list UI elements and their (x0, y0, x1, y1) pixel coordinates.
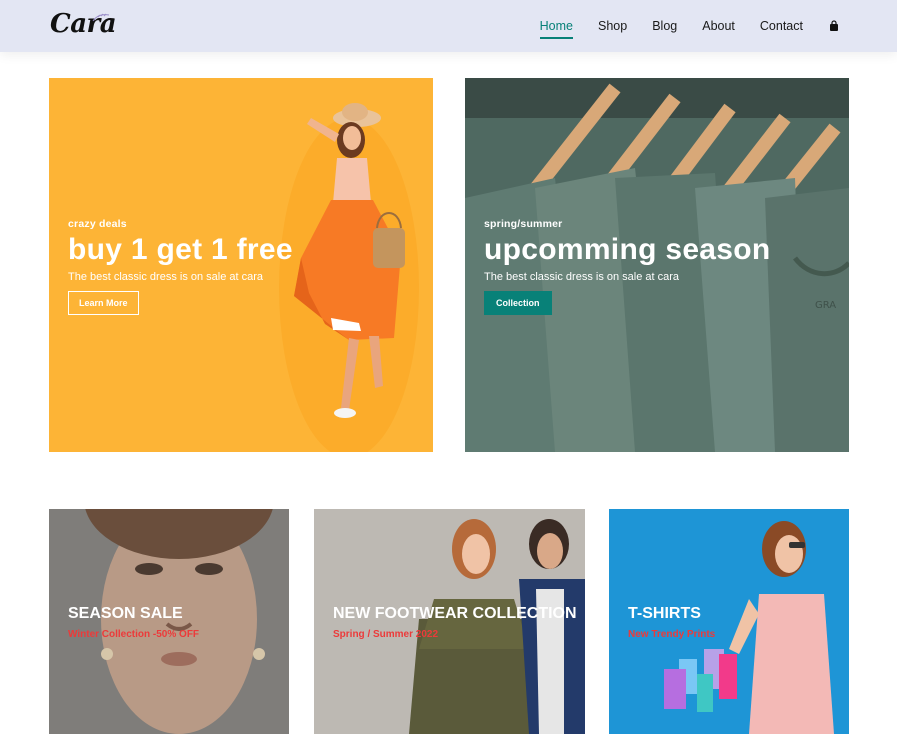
svg-text:GRA: GRA (815, 300, 836, 311)
leaf-icon (92, 13, 110, 22)
banner-1-description: The best classic dress is on sale at car… (68, 271, 264, 283)
banner-spring-summer: GRA spring/summer upcomming season The b… (465, 78, 849, 452)
nav-contact[interactable]: Contact (760, 15, 803, 37)
banner-2-text: spring/summer upcomming season The best … (484, 218, 771, 315)
nav-blog[interactable]: Blog (652, 15, 677, 37)
header: Cara Home Shop Blog About Contact (0, 0, 897, 52)
small-banner-2-title: NEW FOOTWEAR COLLECTION (333, 605, 577, 622)
small-banner-1-subtitle: Winter Collection -50% OFF (68, 629, 200, 640)
collection-button[interactable]: Collection (484, 291, 552, 315)
banner-2-eyebrow: spring/summer (484, 218, 563, 230)
banner-2-title: upcomming season (484, 233, 771, 266)
banner-2-description: The best classic dress is on sale at car… (484, 271, 680, 283)
small-banner-1-title: SEASON SALE (68, 605, 183, 622)
small-banner-3-title: T-SHIRTS (628, 605, 701, 622)
nav-about[interactable]: About (702, 15, 735, 37)
nav-home[interactable]: Home (539, 15, 574, 39)
banner-1-text: crazy deals buy 1 get 1 free The best cl… (68, 218, 293, 315)
small-banner-footwear[interactable]: NEW FOOTWEAR COLLECTION Spring / Summer … (314, 509, 585, 734)
small-banner-season-sale[interactable]: SEASON SALE Winter Collection -50% OFF (49, 509, 289, 734)
banner-1-eyebrow: crazy deals (68, 218, 127, 230)
main-nav: Home Shop Blog About Contact (515, 0, 839, 52)
shopping-bag-icon[interactable] (829, 20, 839, 32)
small-banner-tshirts[interactable]: T-SHIRTS New Trendy Prints (609, 509, 849, 734)
small-banner-3-subtitle: New Trendy Prints (628, 629, 716, 640)
small-banner-2-subtitle: Spring / Summer 2022 (333, 629, 439, 640)
banner-crazy-deals: crazy deals buy 1 get 1 free The best cl… (49, 78, 433, 452)
banner-1-title: buy 1 get 1 free (68, 233, 293, 266)
learn-more-button[interactable]: Learn More (68, 291, 139, 315)
nav-shop[interactable]: Shop (598, 15, 627, 37)
